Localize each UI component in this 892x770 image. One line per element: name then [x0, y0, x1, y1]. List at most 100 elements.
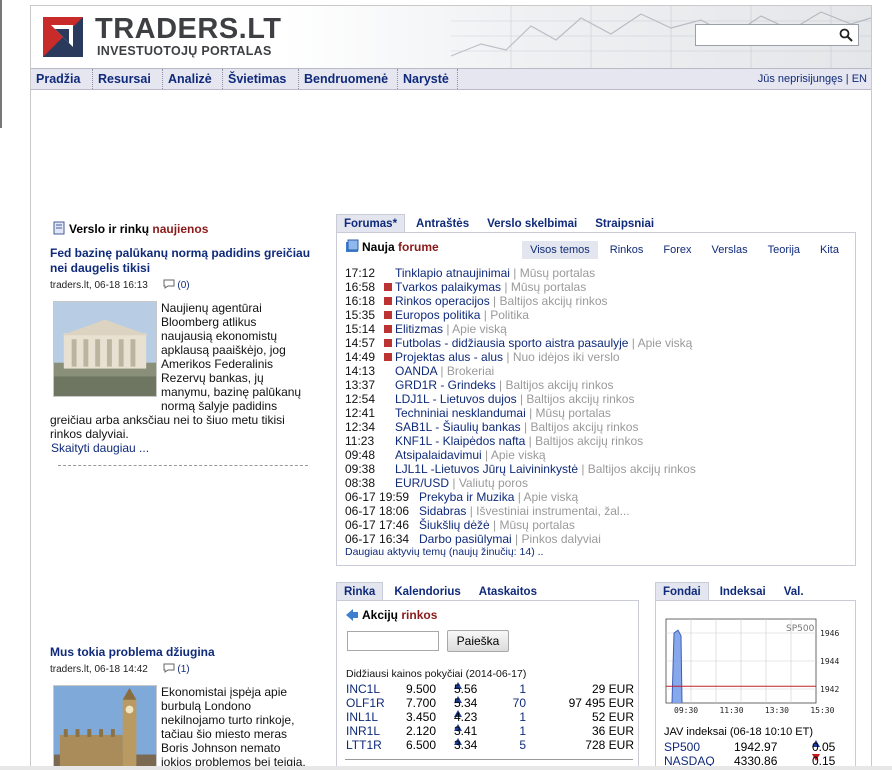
topic-link[interactable]: LJL1L -Lietuvos Jūrų Laivininkystė: [395, 462, 578, 476]
topic-link[interactable]: EUR/USD: [395, 476, 449, 490]
topic-category[interactable]: Baltijos akcijų rinkos: [500, 294, 608, 308]
topic-category[interactable]: Baltijos akcijų rinkos: [535, 434, 643, 448]
topic-category[interactable]: Išvestiniai instrumentai, žal...: [476, 504, 629, 518]
stock-ticker-link[interactable]: INR1L: [346, 724, 380, 738]
topic-category[interactable]: Baltijos akcijų rinkos: [505, 378, 613, 392]
topic-link[interactable]: KNF1L - Klaipėdos nafta: [395, 434, 525, 448]
topic-link[interactable]: Europos politika: [395, 308, 480, 322]
topic-link[interactable]: Šiukšlių dėžė: [419, 518, 490, 532]
article-text-side: Ekonomistai įspėja apie burbulą Londono ne…: [161, 685, 306, 769]
nav-resursai[interactable]: Resursai: [93, 69, 163, 89]
topic-link[interactable]: Rinkos operacijos: [395, 294, 490, 308]
topic-category[interactable]: Valiutų poros: [459, 476, 528, 490]
forum-topic-row: 13:37 GRD1R - Grindeks | Baltijos akcijų …: [345, 378, 614, 392]
topic-link[interactable]: Darbo pasiūlymai: [419, 532, 512, 546]
topic-link[interactable]: LDJ1L - Lietuvos dujos: [395, 392, 517, 406]
nav-bendruomene[interactable]: Bendruomenė: [299, 69, 398, 89]
more-topics-link[interactable]: Daugiau aktyvių temų (naujų žinučių: 14)…: [345, 546, 543, 558]
topic-category[interactable]: Baltijos akcijų rinkos: [530, 420, 638, 434]
index-name-link[interactable]: SP500: [664, 740, 700, 754]
subtab-teorija[interactable]: Teorija: [760, 241, 808, 259]
stock-search-input[interactable]: [347, 631, 439, 651]
topic-link[interactable]: Elitizmas: [395, 322, 443, 336]
search-icon[interactable]: [839, 28, 853, 42]
stock-row[interactable]: INC1L 9.500 5.56 1 29 EUR: [346, 682, 634, 696]
forum-topic-row: 06-17 19:59 Prekyba ir Muzika | Apie visk…: [345, 490, 579, 504]
stock-row[interactable]: LTT1R 6.500 3.34 5 728 EUR: [346, 738, 634, 752]
forum-topic-row: 12:41 Techniniai nesklandumai | Mūsų port…: [345, 406, 611, 420]
topic-link[interactable]: Tinklapio atnaujinimai: [395, 266, 510, 280]
topic-category[interactable]: Apie viską: [491, 448, 546, 462]
comment-count-link[interactable]: (0): [177, 280, 189, 291]
topic-category[interactable]: Nuo idėjos iki verslo: [513, 350, 620, 364]
topic-link[interactable]: Sidabras: [419, 504, 466, 518]
tab-val[interactable]: Val.: [777, 583, 811, 601]
sp500-chart[interactable]: 1946 1944 1942 SP500 09:30 11:30 13:30 15:30: [662, 613, 852, 718]
tab-straipsniai[interactable]: Straipsniai: [588, 215, 661, 233]
subtab-verslas[interactable]: Verslas: [704, 241, 756, 259]
subtab-forex[interactable]: Forex: [655, 241, 699, 259]
index-row[interactable]: SP500 1942.97 0.05: [664, 740, 850, 754]
topic-category[interactable]: Apie viską: [524, 490, 579, 504]
topic-link[interactable]: Futbolas - didžiausia sporto aistra pasa…: [395, 336, 628, 350]
topic-category[interactable]: Mūsų portalas: [500, 518, 575, 532]
topic-category[interactable]: Pinkos dalyviai: [522, 532, 601, 546]
topic-category[interactable]: Politika: [490, 308, 529, 322]
comment-count-link[interactable]: (1): [177, 664, 189, 675]
tab-rinka[interactable]: Rinka: [336, 582, 384, 600]
topic-category[interactable]: Mūsų portalas: [536, 406, 611, 420]
tab-antrastes[interactable]: Antraštės: [409, 215, 476, 233]
article-title[interactable]: Mus tokia problema džiugina: [50, 645, 318, 660]
nav-naryste[interactable]: Narystė: [398, 69, 458, 89]
article-title[interactable]: Fed bazinę palūkanų normą padidins greič…: [50, 246, 318, 276]
topic-category[interactable]: Mūsų portalas: [520, 266, 595, 280]
tab-indeksai[interactable]: Indeksai: [713, 583, 773, 601]
site-search-input[interactable]: [695, 24, 859, 46]
topic-category[interactable]: Brokeriai: [447, 364, 494, 378]
topic-time: 11:23: [345, 434, 375, 448]
stock-ticker-link[interactable]: INL1L: [346, 710, 378, 724]
stock-row[interactable]: OLF1R 7.700 5.34 70 97 495 EUR: [346, 696, 634, 710]
topic-category[interactable]: Baltijos akcijų rinkos: [588, 462, 696, 476]
topic-link[interactable]: GRD1R - Grindeks: [395, 378, 496, 392]
topic-category[interactable]: Apie viską: [452, 322, 507, 336]
nav-svietimas[interactable]: Švietimas: [223, 69, 299, 89]
tab-ataskaitos[interactable]: Ataskaitos: [472, 583, 544, 601]
tab-forumas[interactable]: Forumas*: [336, 214, 406, 232]
stock-ticker-link[interactable]: OLF1R: [346, 696, 385, 710]
nav-analize[interactable]: Analizė: [163, 69, 223, 89]
topic-category[interactable]: Mūsų portalas: [511, 280, 586, 294]
topic-link[interactable]: Atsipalaidavimui: [395, 448, 482, 462]
stock-ticker-link[interactable]: INC1L: [346, 682, 380, 696]
subtab-visos-temos[interactable]: Visos temos: [522, 241, 598, 259]
stock-row[interactable]: INL1L 3.450 4.23 1 52 EUR: [346, 710, 634, 724]
new-posts-icon: [384, 339, 392, 347]
article-image-federal-reserve[interactable]: [53, 301, 157, 397]
stock-ticker-link[interactable]: LTT1R: [346, 738, 382, 752]
forum-topic-row: 14:13 OANDA | Brokeriai: [345, 364, 495, 378]
topic-category[interactable]: Baltijos akcijų rinkos: [526, 392, 634, 406]
topic-link[interactable]: OANDA: [395, 364, 437, 378]
read-more-link[interactable]: Skaityti daugiau ...: [51, 441, 149, 455]
login-status-link[interactable]: Jūs neprisijungęs | EN: [758, 69, 867, 89]
forum-subtabs: Visos temos Rinkos Forex Verslas Teorija Kita: [518, 241, 847, 259]
topic-link[interactable]: Prekyba ir Muzika: [419, 490, 514, 504]
logo-title[interactable]: TRADERS.LT: [95, 14, 282, 44]
topic-link[interactable]: SAB1L - Šiaulių bankas: [395, 420, 521, 434]
topic-time: 14:13: [345, 364, 376, 378]
topic-category[interactable]: Apie viską: [638, 336, 693, 350]
article-image-london[interactable]: [53, 685, 157, 770]
topic-link[interactable]: Techniniai nesklandumai: [395, 406, 526, 420]
stock-search-button[interactable]: Paieška: [447, 630, 509, 652]
stock-volume: 52 EUR: [591, 710, 634, 724]
subtab-rinkos[interactable]: Rinkos: [602, 241, 652, 259]
topic-link[interactable]: Projektas alus - alus: [395, 350, 503, 364]
stock-row[interactable]: INR1L 2.120 3.41 1 36 EUR: [346, 724, 634, 738]
tab-fondai[interactable]: Fondai: [655, 582, 709, 600]
article-divider: [58, 465, 308, 466]
tab-kalendorius[interactable]: Kalendorius: [387, 583, 467, 601]
tab-verslo-skelbimai[interactable]: Verslo skelbimai: [480, 215, 584, 233]
subtab-kita[interactable]: Kita: [812, 241, 847, 259]
topic-link[interactable]: Tvarkos palaikymas: [395, 280, 501, 294]
nav-pradzia[interactable]: Pradžia: [31, 69, 93, 89]
